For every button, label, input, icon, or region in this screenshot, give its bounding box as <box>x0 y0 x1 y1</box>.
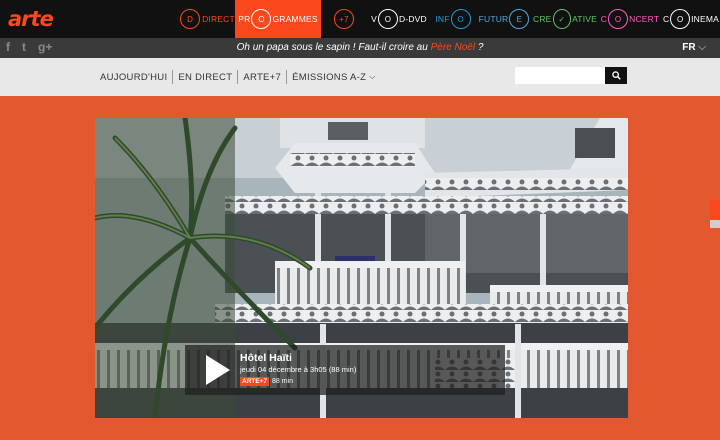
main-nav: D DIRECT PR O GRAMMES +7 V O D-DVD INF O… <box>180 0 719 38</box>
cinema-icon: O <box>670 9 691 29</box>
creative-icon: ✓ <box>552 9 572 29</box>
subnav-emissions-az[interactable]: ÉMISSIONS A-Z <box>292 72 366 83</box>
nav-direct[interactable]: D DIRECT <box>180 0 235 38</box>
subnav-today[interactable]: AUJOURD'HUI <box>100 72 167 83</box>
direct-icon: D <box>180 9 201 29</box>
concert-icon: O <box>608 9 629 29</box>
side-tab[interactable] <box>710 200 720 220</box>
chevron-down-icon: ⌵ <box>698 42 706 53</box>
announcement-message[interactable]: Oh un papa sous le sapin ! Faut-il croir… <box>0 42 720 53</box>
search-button[interactable] <box>605 67 627 84</box>
arte-logo[interactable]: arte <box>8 7 54 31</box>
nav-arte-plus-7[interactable]: +7 <box>321 0 367 38</box>
nav-cinema[interactable]: C O INEMA <box>663 0 719 38</box>
subnav-live[interactable]: EN DIRECT <box>178 72 232 83</box>
nav-future[interactable]: FUTUR E <box>477 0 533 38</box>
program-title[interactable]: Hôtel Haïti <box>240 352 292 364</box>
arte-plus-7-badge: ARTE+7 <box>240 377 270 386</box>
program-duration: 88 min <box>272 378 294 385</box>
program-date: jeudi 04 décembre à 3h05 (88 min) <box>240 365 357 374</box>
chevron-down-icon: ⌵ <box>369 72 376 81</box>
plus7-icon: +7 <box>334 9 354 29</box>
nav-info[interactable]: INF O <box>431 0 477 38</box>
nav-vod-dvd[interactable]: V O D-DVD <box>367 0 431 38</box>
divider <box>286 70 288 84</box>
top-bar: arte D DIRECT PR O GRAMMES +7 V O D-DVD … <box>0 0 720 38</box>
announcement-strip: f t g+ Oh un papa sous le sapin ! Faut-i… <box>0 38 720 58</box>
sub-nav-links: AUJOURD'HUI EN DIRECT ARTE+7 ÉMISSIONS A… <box>100 70 376 84</box>
nav-concert[interactable]: C O NCERT <box>597 0 663 38</box>
future-icon: E <box>509 9 530 29</box>
divider <box>237 70 239 84</box>
nav-creative[interactable]: CRE ✓ ATIVE <box>533 0 597 38</box>
vod-icon: O <box>377 9 398 29</box>
search-input[interactable] <box>515 67 605 84</box>
info-icon: O <box>450 9 471 29</box>
side-tab-secondary[interactable] <box>710 220 720 228</box>
nav-programmes[interactable]: PR O GRAMMES <box>235 0 321 38</box>
language-selector[interactable]: FR ⌵ <box>682 42 706 53</box>
divider <box>172 70 174 84</box>
subnav-arte-plus-7[interactable]: ARTE+7 <box>243 72 281 83</box>
clock-icon: O <box>251 9 272 29</box>
play-icon[interactable] <box>196 350 236 390</box>
search-icon <box>611 71 621 80</box>
